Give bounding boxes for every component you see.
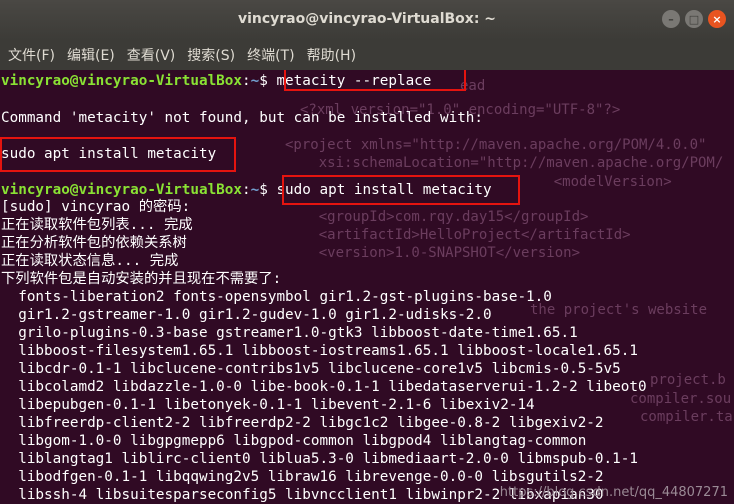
ghost-text: the project's website bbox=[530, 302, 708, 318]
highlight-box bbox=[284, 70, 466, 91]
ghost-text: <modelVersion> bbox=[520, 174, 672, 190]
output-line: grilo-plugins-0.3-base gstreamer1.0-gtk3… bbox=[1, 325, 578, 341]
prompt-path: ~ bbox=[250, 73, 260, 89]
prompt-sign: $ bbox=[259, 73, 268, 89]
ghost-text: compiler.tar bbox=[640, 409, 734, 425]
output-line: gir1.2-gstreamer-1.0 gir1.2-gudev-1.0 gi… bbox=[1, 307, 492, 323]
menu-search[interactable]: 搜索(S) bbox=[181, 45, 241, 65]
output-line: 正在分析软件包的依赖关系树 bbox=[1, 235, 187, 251]
menu-view[interactable]: 查看(V) bbox=[121, 45, 182, 65]
output-line: libfreerdp-client2-2 libfreerdp2-2 libgc… bbox=[1, 415, 604, 431]
ghost-text: <project xmlns="http://maven.apache.org/… bbox=[285, 137, 707, 153]
output-line: liblangtag1 liblirc-client0 liblua5.3-0 … bbox=[1, 451, 638, 467]
menu-help[interactable]: 帮助(H) bbox=[301, 45, 362, 65]
output-line: libodfgen-0.1-1 libqqwing2v5 libraw16 li… bbox=[1, 469, 604, 485]
prompt-sign: $ bbox=[259, 182, 268, 198]
menu-bar: 文件(F) 编辑(E) 查看(V) 搜索(S) 终端(T) 帮助(H) bbox=[0, 40, 734, 70]
ghost-text: <version>1.0-SNAPSHOT</version> bbox=[285, 245, 581, 261]
title-bar[interactable]: vincyrao@vincyrao-VirtualBox: ~ – □ × bbox=[0, 0, 734, 40]
prompt-user-host: vincyrao@vincyrao-VirtualBox bbox=[1, 182, 243, 198]
ghost-text: <artifactId>HelloProject</artifactId> bbox=[285, 227, 631, 243]
terminal-window: vincyrao@vincyrao-VirtualBox: ~ – □ × 文件… bbox=[0, 0, 734, 504]
output-line: libgom-1.0-0 libgpgmepp6 libgpod-common … bbox=[1, 433, 587, 449]
output-line: 下列软件包是自动安装的并且现在不需要了: bbox=[1, 271, 282, 287]
output-line: 正在读取状态信息... 完成 bbox=[1, 253, 179, 269]
output-line: libcolamd2 libdazzle-1.0-0 libe-book-0.1… bbox=[1, 379, 647, 395]
output-line: libepubgen-0.1-1 libetonyek-0.1-1 libeve… bbox=[1, 397, 535, 413]
highlight-box bbox=[0, 137, 236, 172]
terminal-area[interactable]: ead <?xml version="1.0" encoding="UTF-8"… bbox=[0, 70, 734, 504]
maximize-icon[interactable]: □ bbox=[685, 10, 703, 28]
menu-terminal[interactable]: 终端(T) bbox=[241, 45, 300, 65]
highlight-box bbox=[282, 175, 520, 205]
prompt-path: ~ bbox=[250, 182, 260, 198]
ghost-text: xsi:schemaLocation="http://maven.apache.… bbox=[285, 155, 724, 171]
watermark: https://blog.csdn.net/qq_44807271 bbox=[499, 485, 728, 500]
close-icon[interactable]: × bbox=[708, 10, 726, 28]
ghost-text: project.b bbox=[650, 372, 726, 388]
output-line: fonts-liberation2 fonts-opensymbol gir1.… bbox=[1, 289, 552, 305]
output-line: libboost-filesystem1.65.1 libboost-iostr… bbox=[1, 343, 638, 359]
output-line: [sudo] vincyrao 的密码: bbox=[1, 199, 191, 215]
minimize-icon[interactable]: – bbox=[662, 10, 680, 28]
error-message: Command 'metacity' not found, but can be… bbox=[1, 110, 484, 126]
ghost-text: <groupId>com.rqy.day15</groupId> bbox=[285, 209, 589, 225]
menu-edit[interactable]: 编辑(E) bbox=[61, 45, 121, 65]
window-title: vincyrao@vincyrao-VirtualBox: ~ bbox=[237, 11, 497, 27]
menu-file[interactable]: 文件(F) bbox=[2, 45, 61, 65]
output-line: libcdr-0.1-1 libclucene-contribs1v5 libc… bbox=[1, 361, 621, 377]
output-line: 正在读取软件包列表... 完成 bbox=[1, 217, 193, 233]
prompt-user-host: vincyrao@vincyrao-VirtualBox bbox=[1, 73, 243, 89]
